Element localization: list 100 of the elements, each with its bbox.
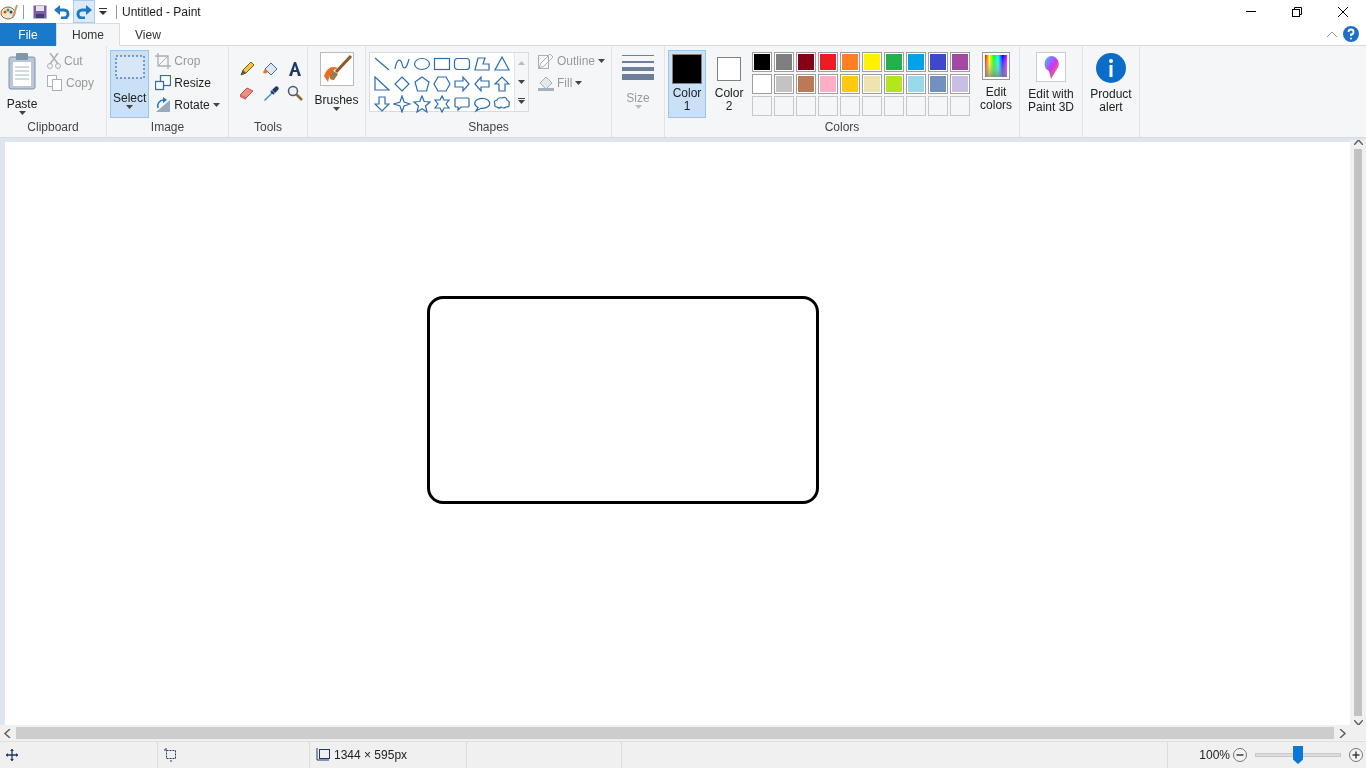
magnifying-glass-icon bbox=[287, 85, 303, 101]
paintbrush-icon bbox=[319, 52, 354, 86]
caret-icon bbox=[333, 107, 340, 111]
resize-icon bbox=[155, 75, 172, 91]
palette-swatch[interactable] bbox=[884, 74, 905, 94]
scissors-icon bbox=[47, 53, 61, 69]
selection-rectangle-icon bbox=[113, 52, 146, 82]
polygon-shape-icon[interactable] bbox=[473, 55, 491, 73]
palette-swatch[interactable] bbox=[950, 52, 971, 72]
ribbon-tab[interactable]: View bbox=[120, 23, 176, 46]
resize-button[interactable]: Resize bbox=[152, 72, 223, 94]
clipboard-icon bbox=[6, 52, 38, 90]
help-icon bbox=[1343, 26, 1359, 42]
palette-swatch[interactable] bbox=[906, 74, 927, 94]
caret-icon bbox=[518, 98, 525, 105]
pencil-icon bbox=[538, 53, 554, 69]
redo-button[interactable] bbox=[73, 0, 95, 23]
canvas-size-text: 1344 × 595px bbox=[334, 747, 408, 764]
palette-swatch[interactable] bbox=[774, 74, 795, 94]
plus-icon bbox=[1349, 748, 1363, 762]
palette-swatch[interactable] bbox=[752, 52, 773, 72]
eraser-icon bbox=[239, 85, 255, 101]
palette-swatch[interactable] bbox=[906, 52, 927, 72]
group-label: Clipboard bbox=[26, 119, 80, 136]
rounded-callout-shape-icon[interactable] bbox=[453, 95, 471, 113]
pencil-icon bbox=[239, 61, 255, 77]
brushes-button[interactable]: Brushes bbox=[311, 50, 362, 118]
left-arrow-shape-icon[interactable] bbox=[473, 75, 491, 93]
ribbon-tab[interactable]: Home bbox=[56, 23, 120, 46]
paste-button[interactable]: Paste bbox=[3, 50, 41, 118]
palette-swatch[interactable] bbox=[862, 52, 883, 72]
ribbon-tab[interactable]: File bbox=[0, 23, 56, 46]
palette-swatch[interactable] bbox=[884, 52, 905, 72]
oval-callout-shape-icon[interactable] bbox=[473, 95, 491, 113]
caret-icon bbox=[575, 81, 583, 85]
rotate-icon bbox=[155, 97, 172, 113]
move-arrows-icon bbox=[6, 749, 18, 761]
scrollbar-thumb[interactable] bbox=[16, 727, 1334, 739]
rectangle-shape-icon[interactable] bbox=[433, 55, 451, 73]
oval-shape-icon[interactable] bbox=[413, 55, 431, 73]
group-label: Tools bbox=[253, 119, 283, 136]
paint-bucket-icon bbox=[263, 61, 279, 77]
caret-up-icon bbox=[1327, 31, 1337, 37]
palette-swatch[interactable] bbox=[928, 74, 949, 94]
redo-arrow-icon bbox=[76, 4, 92, 19]
eyedropper-icon bbox=[263, 85, 279, 101]
palette-swatch[interactable] bbox=[862, 74, 883, 94]
palette-swatch[interactable] bbox=[818, 74, 839, 94]
triangle-shape-icon[interactable] bbox=[493, 55, 511, 73]
hexagon-shape-icon[interactable] bbox=[433, 75, 451, 93]
caret-icon bbox=[634, 105, 642, 109]
four-point-star-shape-icon[interactable] bbox=[393, 95, 411, 113]
scroll-up-icon[interactable] bbox=[1353, 140, 1363, 145]
product-alert-button[interactable]: Product alert bbox=[1086, 50, 1136, 118]
caret-icon bbox=[126, 105, 134, 109]
minimize-icon bbox=[1246, 11, 1256, 12]
scrollbar-thumb[interactable] bbox=[1354, 149, 1362, 716]
five-point-star-shape-icon[interactable] bbox=[413, 95, 431, 113]
rotate-button[interactable]: Rotate bbox=[152, 94, 223, 116]
edit-colors-button[interactable]: Edit colors bbox=[976, 50, 1016, 118]
right-triangle-shape-icon[interactable] bbox=[373, 75, 391, 93]
palette-swatch[interactable] bbox=[796, 74, 817, 94]
zoom-percentage: 100% bbox=[1199, 747, 1230, 764]
palette-swatch[interactable] bbox=[818, 52, 839, 72]
letter-a-icon bbox=[287, 61, 303, 77]
palette-swatch[interactable] bbox=[840, 74, 861, 94]
caret-up-icon bbox=[518, 60, 525, 65]
paint-bucket-icon bbox=[538, 75, 554, 91]
close-icon bbox=[1338, 6, 1348, 17]
down-arrow-shape-icon[interactable] bbox=[373, 95, 391, 113]
color-selector-button[interactable]: Color 2 bbox=[710, 50, 749, 118]
undo-arrow-icon bbox=[54, 4, 70, 19]
selection-size-icon bbox=[164, 748, 178, 762]
palette-swatch[interactable] bbox=[774, 52, 795, 72]
rounded-rectangle-shape-icon[interactable] bbox=[453, 55, 471, 73]
group-label: Colors bbox=[823, 119, 861, 136]
color-selector-button[interactable]: Color 1 bbox=[668, 50, 707, 118]
pentagon-shape-icon[interactable] bbox=[413, 75, 431, 93]
group-label: Shapes bbox=[467, 119, 510, 136]
paint-drop-icon bbox=[1036, 52, 1066, 82]
info-icon bbox=[1095, 52, 1127, 84]
edit-with-paint-3d-button[interactable]: Edit with Paint 3D bbox=[1023, 50, 1079, 118]
help-button[interactable] bbox=[1340, 23, 1362, 45]
palette-swatch[interactable] bbox=[796, 52, 817, 72]
scroll-down-icon[interactable] bbox=[1353, 720, 1363, 725]
six-point-star-shape-icon[interactable] bbox=[433, 95, 451, 113]
up-arrow-shape-icon[interactable] bbox=[493, 75, 511, 93]
minus-icon bbox=[1233, 748, 1247, 762]
right-arrow-shape-icon[interactable] bbox=[453, 75, 471, 93]
zoom-slider-thumb[interactable] bbox=[1293, 746, 1303, 764]
line-shape-icon[interactable] bbox=[373, 55, 391, 73]
diamond-shape-icon[interactable] bbox=[393, 75, 411, 93]
palette-swatch[interactable] bbox=[752, 74, 773, 94]
palette-swatch[interactable] bbox=[840, 52, 861, 72]
select-button[interactable]: Select bbox=[110, 50, 150, 118]
palette-swatch[interactable] bbox=[928, 52, 949, 72]
palette-swatch[interactable] bbox=[950, 74, 971, 94]
caret-icon bbox=[212, 103, 220, 107]
line-thickness-icon bbox=[621, 52, 655, 80]
crop-icon bbox=[155, 53, 172, 69]
